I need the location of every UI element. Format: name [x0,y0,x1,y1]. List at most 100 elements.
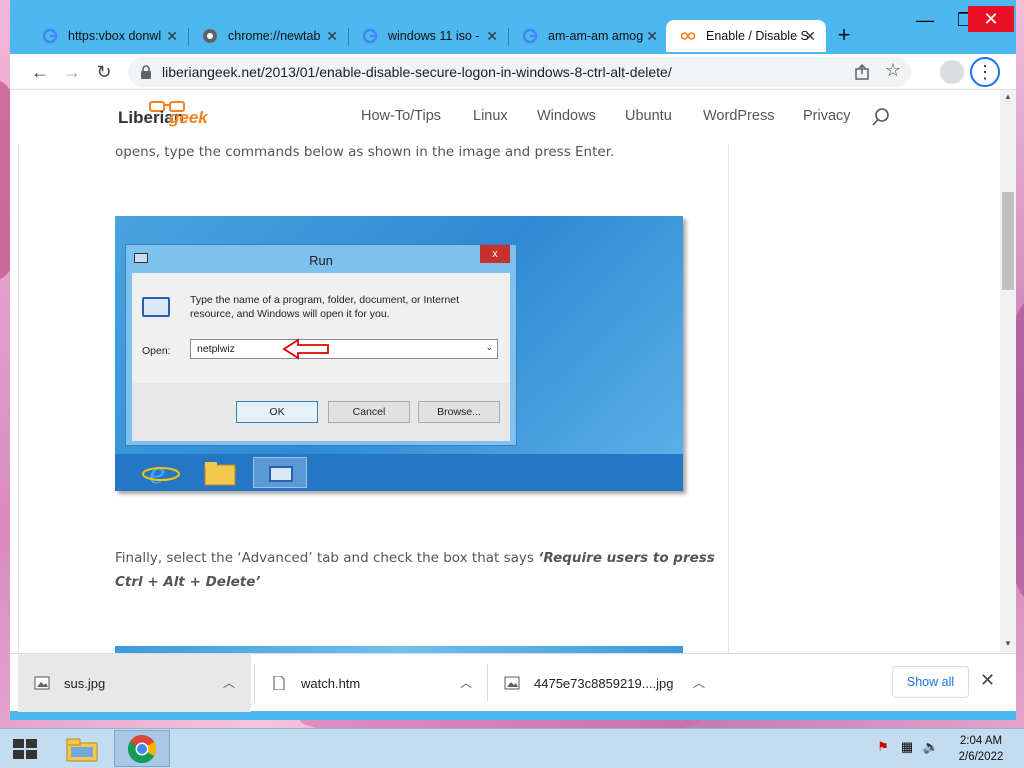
divider [18,145,19,653]
advanced-tab-screenshot [115,646,683,653]
divider [728,145,729,653]
tab-liberiangeek[interactable]: Enable / Disable S ✕ [666,20,826,52]
site-logo[interactable]: Liberian geek [118,100,218,136]
chrome-window: https:vbox donwl ✕ chrome://newtab ✕ win… [10,0,1016,720]
download-item[interactable]: watch.htm ︿ [255,654,488,712]
run-program-icon [142,297,170,317]
internet-explorer-icon: e [142,457,180,488]
run-open-value: netplwiz [197,343,235,355]
tab-title: windows 11 iso - [388,29,480,43]
tab-close-icon[interactable]: ✕ [646,28,658,45]
nav-windows[interactable]: Windows [537,108,596,124]
win8-taskbar-image: e [115,454,683,491]
run-program-icon [269,466,293,482]
run-ok-button: OK [236,401,318,423]
google-icon [522,28,538,44]
nav-how-to[interactable]: How-To/Tips [361,108,441,124]
tab-close-icon[interactable]: ✕ [166,28,178,45]
image-file-icon [504,676,520,690]
share-icon[interactable] [853,63,871,81]
scrollbar-thumb[interactable] [1002,192,1014,290]
clock-date: 2/6/2022 [958,751,1004,763]
run-dialog-screenshot: Run x Type the name of a program, folder… [115,216,683,491]
run-cancel-button: Cancel [328,401,410,423]
download-filename: 4475e73c8859219....jpg [534,675,674,691]
tab-close-icon[interactable]: ✕ [486,28,498,45]
network-icon[interactable]: ▦ [898,739,916,757]
kebab-menu-icon[interactable]: ⋮ [970,57,1000,87]
run-open-field: netplwiz ⌄ [190,339,498,359]
chevron-up-icon[interactable]: ︿ [693,674,705,691]
site-header: Liberian geek How-To/Tips Linux Windows … [10,90,1000,145]
search-icon[interactable] [870,106,892,128]
show-all-button[interactable]: Show all [892,666,969,698]
logo-text-geek: geek [169,108,208,127]
page-viewport: opens, type the commands below as shown … [10,90,1000,653]
tab-close-icon[interactable]: ✕ [326,28,338,45]
run-taskbar-item [253,457,307,488]
tab-windows11[interactable]: windows 11 iso - ✕ [348,20,508,52]
address-bar[interactable]: liberiangeek.net/2013/01/enable-disable-… [128,57,911,87]
windows-taskbar: ⚑ ▦ 🔈 2:04 AM 2/6/2022 [0,728,1024,768]
downloads-bar: sus.jpg ︿ watch.htm ︿ 4475e73c8859219...… [10,653,1016,712]
action-center-flag-icon[interactable]: ⚑ [874,739,892,757]
nav-linux[interactable]: Linux [473,108,508,124]
start-button[interactable] [0,729,50,768]
image-file-icon [34,676,50,690]
chevron-down-icon: ⌄ [485,342,493,352]
vertical-scrollbar[interactable]: ▲ ▼ [1000,90,1016,653]
folder-icon [204,462,236,486]
reload-icon[interactable]: ↻ [92,60,116,84]
google-icon [362,28,378,44]
chevron-up-icon[interactable]: ︿ [460,674,472,691]
back-arrow-icon[interactable]: ← [28,60,52,84]
document-file-icon [273,676,285,690]
system-clock[interactable]: 2:04 AM 2/6/2022 [948,733,1014,765]
tab-title: https:vbox donwl [68,29,162,43]
svg-text:e: e [149,457,166,488]
download-item[interactable]: sus.jpg ︿ [18,654,251,712]
forward-arrow-icon[interactable]: → [60,60,84,84]
tab-title: Enable / Disable S [706,29,809,43]
volume-muted-icon[interactable]: 🔈 [922,739,940,757]
browser-toolbar: ← → ↻ liberiangeek.net/2013/01/enable-di… [10,54,1016,90]
chevron-up-icon[interactable]: ︿ [223,674,235,691]
download-item[interactable]: 4475e73c8859219....jpg ︿ [488,654,721,712]
file-explorer-taskbar-item[interactable] [54,730,110,767]
profile-avatar-icon[interactable] [940,60,964,84]
scroll-up-icon[interactable]: ▲ [1000,92,1016,101]
run-body: Type the name of a program, folder, docu… [132,273,510,441]
run-browse-button: Browse... [418,401,500,423]
red-arrow-icon [282,338,329,360]
tab-amogus[interactable]: am-am-am amog ✕ [508,20,668,52]
chrome-icon [203,29,217,43]
tab-close-icon[interactable]: ✕ [804,28,816,45]
google-icon [42,28,58,44]
tab-strip: https:vbox donwl ✕ chrome://newtab ✕ win… [10,0,1016,54]
chrome-taskbar-item[interactable] [114,730,170,767]
folder-icon [66,738,98,761]
nav-wordpress[interactable]: WordPress [703,108,774,124]
scroll-down-icon[interactable]: ▼ [1000,639,1016,648]
url-text[interactable]: liberiangeek.net/2013/01/enable-disable-… [162,64,672,80]
minimize-icon[interactable]: — [905,8,945,32]
new-tab-icon[interactable]: + [830,22,858,48]
close-icon[interactable]: ✕ [968,6,1014,32]
clock-time: 2:04 AM [959,735,1003,747]
chrome-icon [128,734,156,763]
close-icon[interactable]: ✕ [980,670,995,691]
tab-newtab[interactable]: chrome://newtab ✕ [188,20,348,52]
nav-privacy[interactable]: Privacy [803,108,851,124]
bookmark-star-icon[interactable]: ☆ [885,60,901,81]
run-description: Type the name of a program, folder, docu… [190,294,460,320]
run-title: Run [309,253,333,268]
paragraph-text: Finally, select the ‘Advanced’ tab and c… [115,550,539,566]
tab-title: am-am-am amog [548,29,644,43]
nav-ubuntu[interactable]: Ubuntu [625,108,672,124]
download-filename: watch.htm [301,675,361,691]
download-filename: sus.jpg [64,675,106,691]
tab-vbox[interactable]: https:vbox donwl ✕ [28,20,188,52]
lock-icon[interactable] [138,64,154,80]
article-paragraph-2: Finally, select the ‘Advanced’ tab and c… [115,546,715,594]
run-open-label: Open: [142,345,171,357]
